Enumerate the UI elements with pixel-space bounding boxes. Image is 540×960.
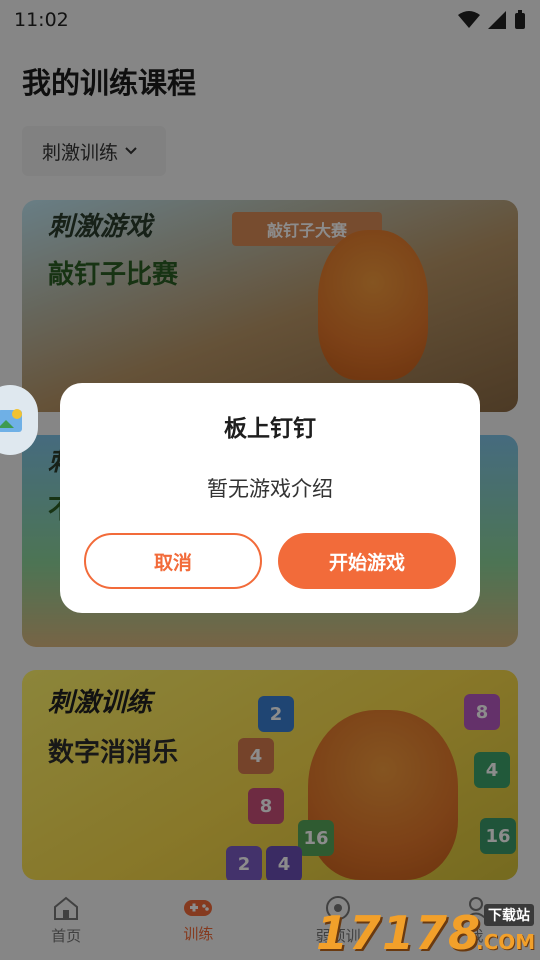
dialog-message: 暂无游戏介绍: [207, 477, 333, 501]
watermark-logo: 17178 下载站 .COM: [316, 900, 540, 960]
cancel-button[interactable]: 取消: [84, 533, 262, 589]
watermark-number: 17178: [316, 906, 482, 960]
image-icon: [0, 409, 22, 432]
dialog-title: 板上钉钉: [224, 416, 316, 442]
start-game-button[interactable]: 开始游戏: [278, 533, 456, 589]
game-dialog: 板上钉钉 暂无游戏介绍 取消 开始游戏: [60, 383, 480, 613]
watermark-site: 下载站: [484, 904, 534, 926]
watermark-domain: .COM: [476, 930, 536, 954]
